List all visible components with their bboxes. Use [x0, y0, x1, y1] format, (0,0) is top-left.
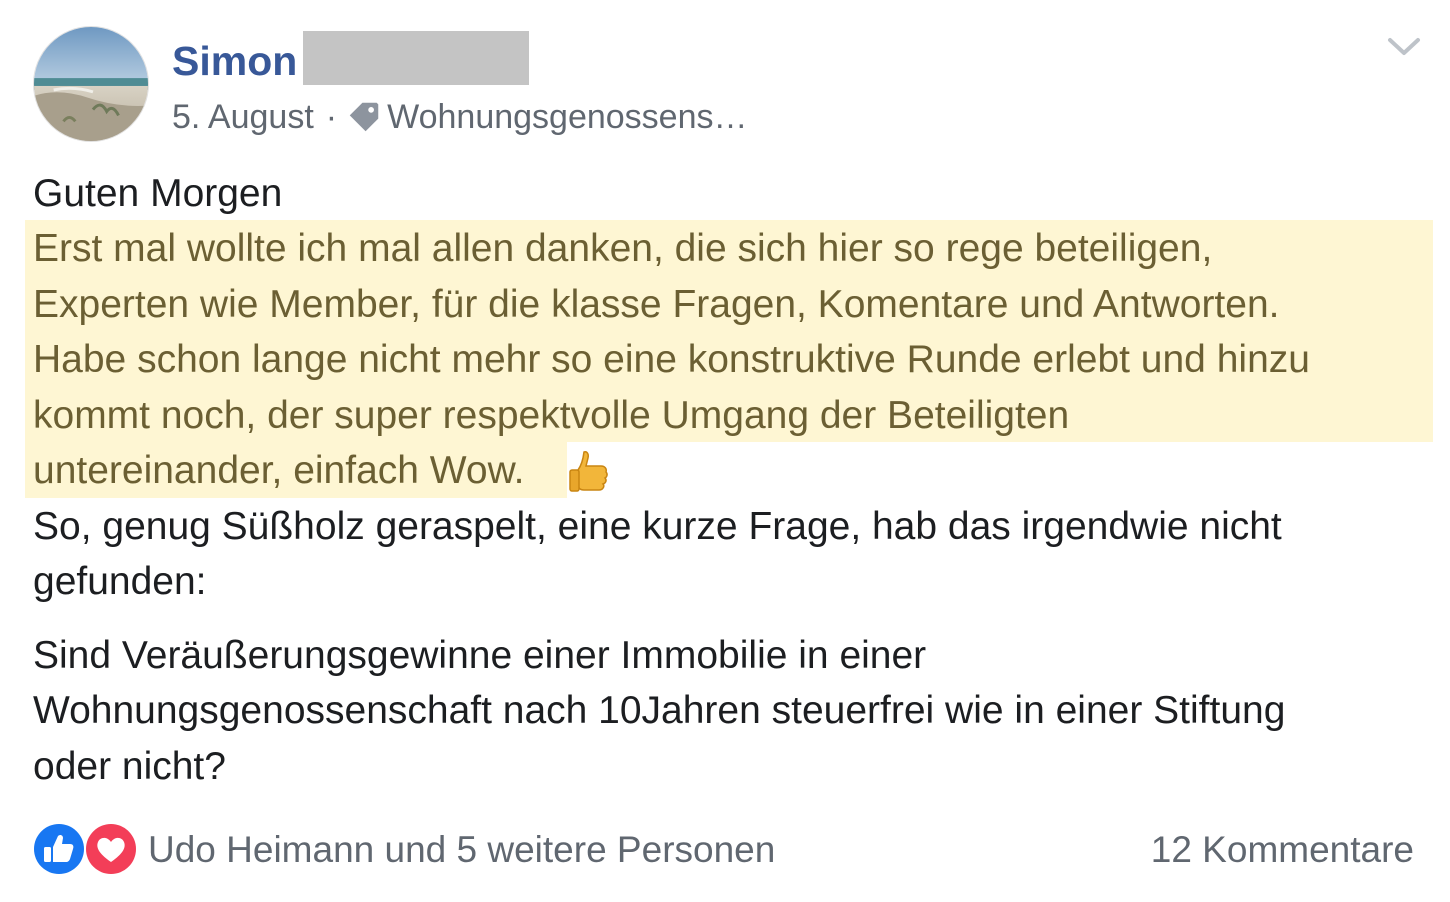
highlight-line: Erst mal wollte ich mal allen danken, di… — [33, 227, 1213, 270]
author-avatar[interactable] — [33, 26, 149, 142]
comments-count[interactable]: 12 Kommentare — [1151, 825, 1414, 875]
question-line: Sind Veräußerungsgewinne einer Immobilie… — [33, 634, 927, 677]
highlight-line: untereinander, einfach Wow. — [33, 449, 525, 492]
chevron-down-icon[interactable] — [1384, 32, 1424, 60]
highlight-line: Experten wie Member, für die klasse Frag… — [33, 283, 1280, 326]
reaction-icons[interactable] — [32, 822, 142, 878]
author-name[interactable]: Simon — [172, 36, 297, 86]
group-link[interactable]: Wohnungsgenossens… — [387, 98, 747, 137]
name-redaction — [303, 31, 529, 85]
meta-separator: · — [325, 97, 338, 136]
body-line: gefunden: — [33, 560, 207, 603]
greeting-line: Guten Morgen — [33, 172, 283, 215]
question-line: Wohnungsgenossenschaft nach 10Jahren ste… — [33, 689, 1286, 732]
highlight-line: Habe schon lange nicht mehr so eine kons… — [33, 338, 1310, 381]
love-reaction-icon — [84, 822, 138, 876]
thumbs-up-emoji — [568, 448, 610, 494]
question-line: oder nicht? — [33, 745, 226, 788]
post-meta: 5. August · Wohnungsgenossens… — [172, 95, 748, 139]
highlight-line: kommt noch, der super respektvolle Umgan… — [33, 394, 1070, 437]
reactions-summary[interactable]: Udo Heimann und 5 weitere Personen — [148, 825, 775, 875]
avatar-beach-photo — [34, 27, 148, 141]
tag-icon — [345, 98, 383, 136]
like-reaction-icon — [32, 822, 86, 876]
body-line: So, genug Süßholz geraspelt, eine kurze … — [33, 505, 1282, 548]
post-date[interactable]: 5. August — [172, 98, 314, 137]
